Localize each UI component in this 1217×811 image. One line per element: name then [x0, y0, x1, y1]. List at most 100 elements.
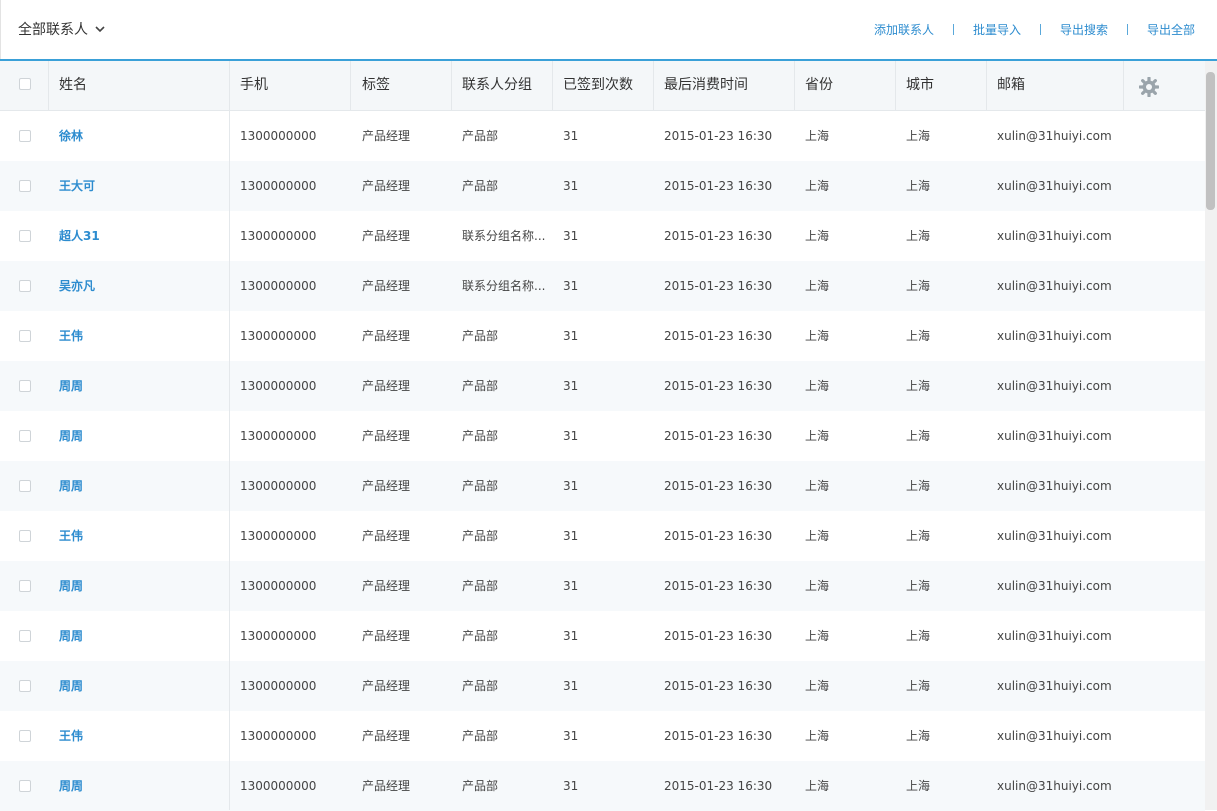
- cell-last-time: 2015-01-23 16:30: [664, 579, 773, 593]
- row-checkbox[interactable]: [19, 430, 31, 442]
- table-row[interactable]: 周周 1300000000 产品经理 产品部 31 2015-01-23 16:30 上海 上…: [0, 461, 1205, 511]
- row-checkbox[interactable]: [19, 680, 31, 692]
- table-row[interactable]: 王伟 1300000000 产品经理 产品部 31 2015-01-23 16:30 上海 上…: [0, 511, 1205, 561]
- export-all-link[interactable]: 导出全部: [1147, 21, 1195, 38]
- bulk-import-link[interactable]: 批量导入: [973, 21, 1021, 38]
- row-checkbox[interactable]: [19, 580, 31, 592]
- table-body: 徐林 1300000000 产品经理 产品部 31 2015-01-23 16:30 上海上…: [0, 111, 1205, 811]
- contact-name-link[interactable]: 周周: [59, 761, 83, 811]
- contact-name-link[interactable]: 周周: [59, 561, 83, 611]
- cell-group: 产品部: [462, 479, 499, 493]
- contact-name-link[interactable]: 王伟: [59, 711, 83, 761]
- cell-checkins: 31: [563, 429, 579, 443]
- cell-city: 上海: [906, 779, 931, 793]
- row-checkbox[interactable]: [19, 330, 31, 342]
- cell-tag: 产品经理: [362, 329, 411, 343]
- contact-name-link[interactable]: 周周: [59, 411, 83, 461]
- contact-name-link[interactable]: 王大可: [59, 161, 95, 211]
- cell-tag: 产品经理: [362, 279, 411, 293]
- contact-name-link[interactable]: 徐林: [59, 111, 83, 161]
- cell-phone: 1300000000: [240, 129, 317, 143]
- cell-checkins: 31: [563, 779, 579, 793]
- column-header-checkins[interactable]: 已签到次数: [563, 61, 633, 110]
- cell-province: 上海: [805, 329, 830, 343]
- cell-group: 联系分组名称...: [462, 229, 546, 243]
- cell-phone: 1300000000: [240, 579, 317, 593]
- cell-tag: 产品经理: [362, 779, 411, 793]
- contact-name-link[interactable]: 周周: [59, 361, 83, 411]
- column-header-name[interactable]: 姓名: [59, 61, 87, 110]
- contact-name-link[interactable]: 周周: [59, 461, 83, 511]
- contact-name-link[interactable]: 吴亦凡: [59, 261, 95, 311]
- add-contact-link[interactable]: 添加联系人: [874, 21, 934, 38]
- header-column-divider: [653, 61, 654, 110]
- cell-province: 上海: [805, 279, 830, 293]
- row-checkbox[interactable]: [19, 280, 31, 292]
- header-column-divider: [552, 61, 553, 110]
- table-row[interactable]: 吴亦凡 1300000000 产品经理 联系分组名称... 31 2015-01-23 1…: [0, 261, 1205, 311]
- gear-icon[interactable]: [1139, 77, 1159, 97]
- table-row[interactable]: 周周 1300000000 产品经理 产品部 31 2015-01-23 16:30 上海 上…: [0, 611, 1205, 661]
- cell-checkins: 31: [563, 629, 579, 643]
- table-row[interactable]: 周周 1300000000 产品经理 产品部 31 2015-01-23 16:30 上海 上…: [0, 411, 1205, 461]
- table-row[interactable]: 王大可 1300000000 产品经理 产品部 31 2015-01-23 16:30 上海…: [0, 161, 1205, 211]
- table-row[interactable]: 超人31 1300000000 产品经理 联系分组名称... 31 2015-01-23 …: [0, 211, 1205, 261]
- table-row[interactable]: 周周 1300000000 产品经理 产品部 31 2015-01-23 16:30 上海 上…: [0, 761, 1205, 811]
- cell-last-time: 2015-01-23 16:30: [664, 329, 773, 343]
- cell-email: xulin@31huiyi.com: [997, 279, 1112, 293]
- column-header-city[interactable]: 城市: [906, 61, 934, 110]
- header-column-divider: [48, 61, 49, 110]
- cell-phone: 1300000000: [240, 179, 317, 193]
- row-checkbox[interactable]: [19, 530, 31, 542]
- table-row[interactable]: 周周 1300000000 产品经理 产品部 31 2015-01-23 16:30 上海 上…: [0, 661, 1205, 711]
- cell-email: xulin@31huiyi.com: [997, 229, 1112, 243]
- cell-email: xulin@31huiyi.com: [997, 729, 1112, 743]
- cell-email: xulin@31huiyi.com: [997, 179, 1112, 193]
- row-checkbox[interactable]: [19, 480, 31, 492]
- column-header-email[interactable]: 邮箱: [997, 61, 1025, 110]
- row-checkbox[interactable]: [19, 380, 31, 392]
- contact-name-link[interactable]: 周周: [59, 611, 83, 661]
- cell-tag: 产品经理: [362, 229, 411, 243]
- cell-province: 上海: [805, 679, 830, 693]
- column-header-last-time[interactable]: 最后消费时间: [664, 61, 748, 110]
- column-header-tag[interactable]: 标签: [362, 61, 390, 110]
- contact-name-link[interactable]: 王伟: [59, 511, 83, 561]
- cell-group: 产品部: [462, 529, 499, 543]
- row-checkbox[interactable]: [19, 780, 31, 792]
- contact-name-link[interactable]: 周周: [59, 661, 83, 711]
- cell-province: 上海: [805, 579, 830, 593]
- cell-phone: 1300000000: [240, 279, 317, 293]
- contact-name-link[interactable]: 王伟: [59, 311, 83, 361]
- table-row[interactable]: 王伟 1300000000 产品经理 产品部 31 2015-01-23 16:30 上海 上…: [0, 711, 1205, 761]
- row-checkbox[interactable]: [19, 180, 31, 192]
- cell-email: xulin@31huiyi.com: [997, 679, 1112, 693]
- row-checkbox[interactable]: [19, 230, 31, 242]
- cell-email: xulin@31huiyi.com: [997, 479, 1112, 493]
- cell-tag: 产品经理: [362, 529, 411, 543]
- column-header-group[interactable]: 联系人分组: [462, 61, 532, 110]
- header-column-divider: [986, 61, 987, 110]
- scrollbar-thumb[interactable]: [1206, 72, 1215, 210]
- contact-name-link[interactable]: 超人31: [59, 211, 100, 261]
- row-checkbox[interactable]: [19, 630, 31, 642]
- table-row[interactable]: 周周 1300000000 产品经理 产品部 31 2015-01-23 16:30 上海 上…: [0, 561, 1205, 611]
- cell-email: xulin@31huiyi.com: [997, 329, 1112, 343]
- column-header-province[interactable]: 省份: [805, 61, 833, 110]
- table-row[interactable]: 王伟 1300000000 产品经理 产品部 31 2015-01-23 16:30 上海 上…: [0, 311, 1205, 361]
- cell-group: 联系分组名称...: [462, 279, 546, 293]
- cell-province: 上海: [805, 629, 830, 643]
- toolbar: 全部联系人 添加联系人 批量导入 导出搜索 导出全部: [0, 0, 1217, 61]
- contact-filter-label: 全部联系人: [18, 22, 88, 38]
- table-row[interactable]: 周周 1300000000 产品经理 产品部 31 2015-01-23 16:30 上海 上…: [0, 361, 1205, 411]
- contact-filter-dropdown[interactable]: 全部联系人: [18, 19, 106, 39]
- table-row[interactable]: 徐林 1300000000 产品经理 产品部 31 2015-01-23 16:30 上海 上…: [0, 111, 1205, 161]
- column-header-phone[interactable]: 手机: [240, 61, 268, 110]
- cell-province: 上海: [805, 779, 830, 793]
- row-checkbox[interactable]: [19, 130, 31, 142]
- select-all-checkbox[interactable]: [19, 78, 31, 90]
- row-checkbox[interactable]: [19, 730, 31, 742]
- export-search-link[interactable]: 导出搜索: [1060, 21, 1108, 38]
- cell-city: 上海: [906, 379, 931, 393]
- cell-province: 上海: [805, 129, 830, 143]
